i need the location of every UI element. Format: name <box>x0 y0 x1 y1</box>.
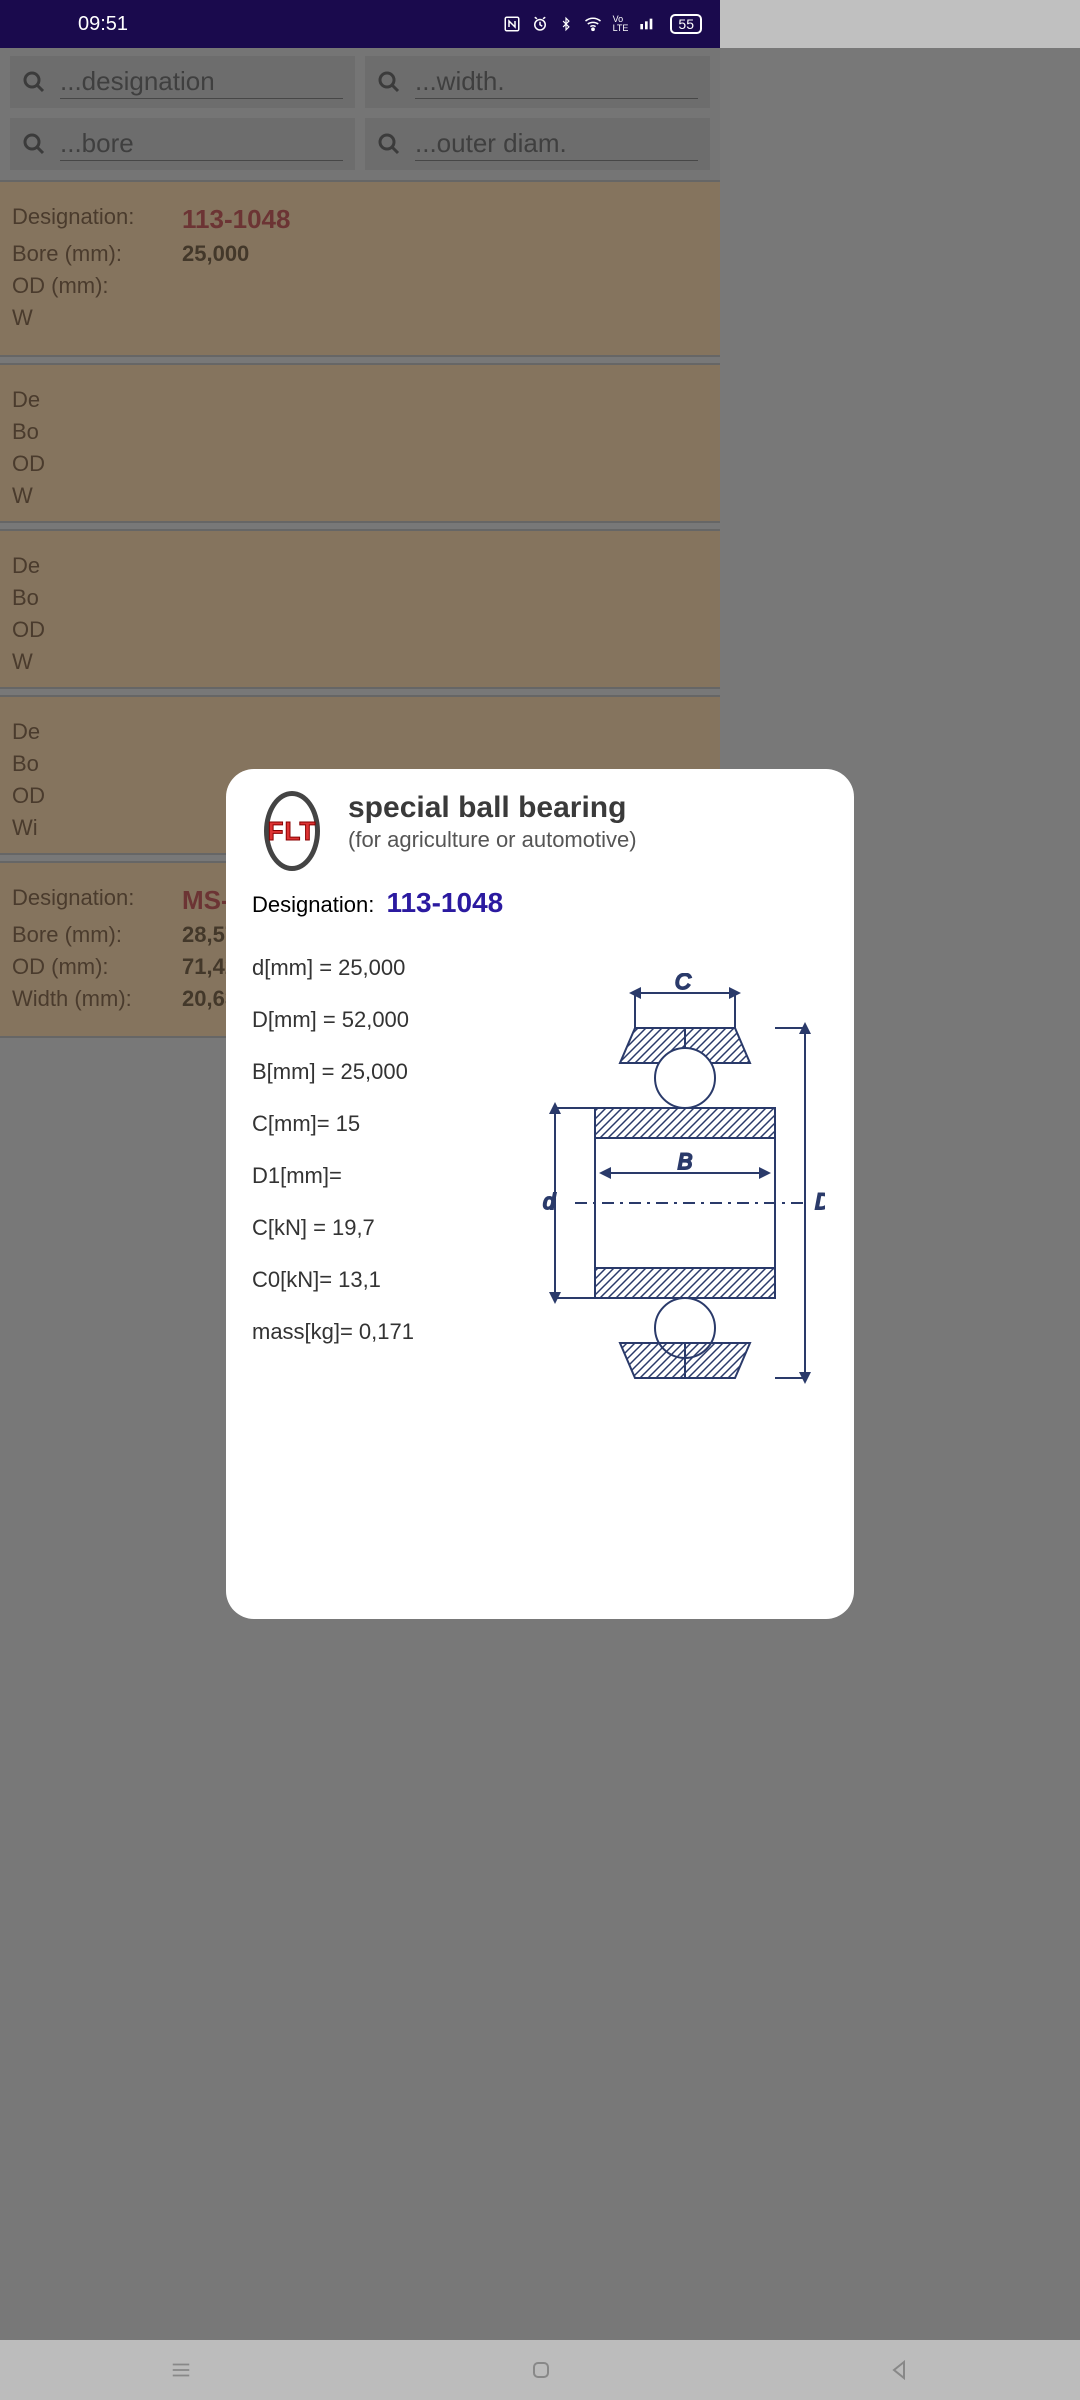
alarm-icon <box>531 15 549 33</box>
detail-modal: FLT special ball bearing (for agricultur… <box>226 769 854 1619</box>
brand-logo: FLT <box>252 791 332 871</box>
diagram-d-label: d <box>543 1189 556 1214</box>
volte-icon: VoLTE <box>613 15 629 33</box>
battery-icon: 55 <box>670 14 702 34</box>
recents-button[interactable] <box>168 2359 194 2381</box>
spec-value: 0,171 <box>359 1319 414 1344</box>
status-time: 09:51 <box>78 13 128 36</box>
spec-label: C0[kN]= <box>252 1267 332 1292</box>
spec-label: C[mm]= <box>252 1111 330 1136</box>
spec-label: d[mm] = <box>252 955 332 980</box>
system-navbar <box>0 2340 1080 2400</box>
spec-list: d[mm] =25,000 D[mm] =52,000 B[mm] =25,00… <box>252 933 512 1453</box>
spec-value: 25,000 <box>338 955 405 980</box>
back-button[interactable] <box>888 2358 912 2382</box>
status-icons: VoLTE 55 <box>503 14 702 34</box>
spec-label: B[mm] = <box>252 1059 335 1084</box>
bluetooth-icon <box>559 15 573 33</box>
home-button[interactable] <box>529 2358 553 2382</box>
wifi-icon <box>583 15 603 33</box>
signal-icon <box>638 16 656 32</box>
modal-title: special ball bearing <box>348 791 637 825</box>
spec-value: 13,1 <box>338 1267 381 1292</box>
diagram-big-d-label: D <box>815 1189 825 1214</box>
modal-designation-label: Designation: <box>252 892 374 917</box>
modal-designation-value: 113-1048 <box>386 887 503 918</box>
spec-label: D1[mm]= <box>252 1163 342 1188</box>
modal-subtitle: (for agriculture or automotive) <box>348 827 637 853</box>
spec-label: mass[kg]= <box>252 1319 353 1344</box>
nfc-icon <box>503 15 521 33</box>
statusbar: 09:51 VoLTE 55 <box>0 0 720 48</box>
spec-value: 15 <box>336 1111 360 1136</box>
diagram-b-label: B <box>678 1149 693 1174</box>
brand-text: FLT <box>268 816 317 847</box>
spec-label: C[kN] = <box>252 1215 326 1240</box>
spec-label: D[mm] = <box>252 1007 336 1032</box>
bearing-diagram: C <box>522 933 828 1453</box>
spec-value: 25,000 <box>341 1059 408 1084</box>
spec-value: 52,000 <box>342 1007 409 1032</box>
modal-overlay[interactable]: FLT special ball bearing (for agricultur… <box>0 48 1080 2340</box>
diagram-c-label: C <box>675 973 691 994</box>
spec-value: 19,7 <box>332 1215 375 1240</box>
